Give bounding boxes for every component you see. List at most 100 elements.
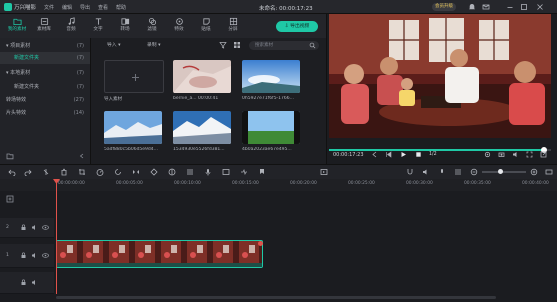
tool-text[interactable]: 文字 (85, 16, 111, 36)
mute-icon[interactable] (31, 224, 38, 231)
keyframe-icon[interactable] (150, 168, 158, 176)
app-name: 万兴喵影 (14, 5, 37, 11)
clip-thumbnail-hand (173, 60, 231, 93)
zoom-out-icon[interactable] (470, 168, 478, 176)
step-back-icon[interactable] (385, 151, 392, 158)
preview-timecode: 00:00:17:23 (333, 152, 364, 158)
color-icon[interactable] (168, 168, 176, 176)
media-thumbnail[interactable] (104, 111, 162, 144)
stop-icon[interactable] (415, 151, 422, 158)
menu-export[interactable]: 导出 (80, 4, 90, 11)
collapse-panel-icon[interactable] (78, 152, 86, 160)
tool-library[interactable]: 素材库 (31, 16, 57, 36)
tool-label: 我的素材 (7, 27, 27, 32)
close-icon[interactable] (536, 3, 544, 11)
media-sidebar: ▾ 项目素材 (7) 新建文件夹 (7) ▾ 本地素材 (7) 新建文件夹 (7) 转场… (0, 38, 90, 164)
mute-icon[interactable] (31, 252, 38, 259)
volume-icon[interactable] (512, 151, 519, 158)
detach-audio-icon[interactable] (240, 168, 248, 176)
sidebar-item-count: (7) (76, 55, 84, 61)
media-clip-name: 5adf880c5b06d5e9d4... (104, 147, 158, 152)
tool-split-screen[interactable]: 分屏 (220, 16, 246, 36)
media-thumbnail[interactable] (173, 111, 231, 144)
minimize-icon[interactable] (506, 3, 514, 11)
list-icon[interactable] (454, 168, 462, 176)
green-screen-icon[interactable] (222, 168, 230, 176)
mirror-icon[interactable] (132, 168, 140, 176)
eye-icon[interactable] (42, 224, 49, 231)
import-dropdown[interactable]: 导入 ▾ (107, 41, 121, 49)
delete-icon[interactable] (60, 168, 68, 176)
maximize-icon[interactable] (520, 3, 528, 11)
lock-icon[interactable] (20, 279, 27, 286)
import-media-tile[interactable] (104, 60, 164, 93)
tool-my-media[interactable]: 我的素材 (4, 16, 30, 36)
grid-view-icon[interactable] (233, 41, 241, 49)
mic-icon[interactable] (438, 168, 446, 176)
sidebar-item-label: ▾ 项目素材 (6, 43, 31, 49)
tool-effects[interactable]: 特效 (166, 16, 192, 36)
voiceover-icon[interactable] (204, 168, 212, 176)
clip-remove-marker[interactable] (258, 241, 263, 246)
speed-icon[interactable] (96, 168, 104, 176)
tool-label: 滤镜 (147, 27, 157, 32)
menu-help[interactable]: 帮助 (116, 4, 126, 11)
zoom-slider-track[interactable] (482, 171, 526, 173)
fullscreen-icon[interactable] (526, 151, 533, 158)
snap-icon[interactable] (406, 168, 414, 176)
tool-filter[interactable]: 滤镜 (139, 16, 165, 36)
lock-icon[interactable] (20, 224, 27, 231)
timeline-scrollbar[interactable] (56, 296, 496, 299)
tool-audio[interactable]: 音频 (58, 16, 84, 36)
play-icon[interactable] (400, 151, 407, 158)
timeline-video-clip[interactable] (56, 240, 263, 268)
sidebar-item-transitions[interactable]: 转场特效 (27) (0, 94, 90, 106)
pop-out-icon[interactable] (540, 151, 547, 158)
prev-frame-icon[interactable] (371, 151, 378, 158)
redo-icon[interactable] (24, 168, 32, 176)
tool-sticker[interactable]: 贴纸 (193, 16, 219, 36)
media-thumbnail[interactable] (242, 111, 300, 144)
menu-view[interactable]: 查看 (98, 4, 108, 11)
record-dropdown[interactable]: 录制 ▾ (147, 41, 161, 49)
media-thumbnail[interactable] (242, 60, 300, 93)
track-header-video-1: 1 (0, 244, 54, 268)
zoom-in-icon[interactable] (530, 168, 538, 176)
timeline-playhead[interactable] (56, 179, 57, 294)
member-upgrade-button[interactable]: 会员升级 (432, 3, 456, 11)
sidebar-item-project-media[interactable]: ▾ 项目素材 (7) (0, 40, 90, 52)
menu-edit[interactable]: 编辑 (62, 4, 72, 11)
export-button[interactable]: ⇩ 导出视频 (276, 21, 318, 32)
lock-icon[interactable] (20, 252, 27, 259)
filter-funnel-icon[interactable] (219, 41, 227, 49)
sidebar-item-intros[interactable]: 片头特效 (14) (0, 107, 90, 119)
fit-timeline-icon[interactable] (545, 168, 553, 176)
filter-icon (148, 17, 156, 26)
media-thumbnail[interactable] (173, 60, 231, 93)
sidebar-item-local-media[interactable]: ▾ 本地素材 (7) (0, 67, 90, 79)
menu-file[interactable]: 文件 (44, 4, 54, 11)
add-track-icon[interactable] (6, 195, 14, 203)
zoom-slider-handle[interactable] (498, 169, 503, 174)
import-label: 导入素材 (104, 97, 122, 102)
snapshot-icon[interactable] (498, 151, 505, 158)
tool-transition[interactable]: 转场 (112, 16, 138, 36)
marker-icon[interactable] (258, 168, 266, 176)
undo-icon[interactable] (8, 168, 16, 176)
mute-icon[interactable] (31, 279, 38, 286)
mail-icon[interactable] (482, 3, 490, 11)
sidebar-item-new-folder[interactable]: 新建文件夹 (7) (0, 52, 90, 64)
settings-icon[interactable] (484, 151, 491, 158)
split-icon[interactable] (42, 168, 50, 176)
rotate-icon[interactable] (114, 168, 122, 176)
eye-icon[interactable] (42, 252, 49, 259)
ruler-tick-label: 00:00:40:00 (522, 181, 549, 186)
bell-icon[interactable] (468, 3, 476, 11)
crop-icon[interactable] (78, 168, 86, 176)
audio-track-icon[interactable] (422, 168, 430, 176)
search-icon (309, 42, 316, 49)
render-icon[interactable] (320, 168, 328, 176)
audio-mixer-icon[interactable] (186, 168, 194, 176)
new-folder-icon[interactable] (6, 152, 14, 160)
sidebar-item-local-folder[interactable]: 新建文件夹 (7) (0, 81, 90, 93)
